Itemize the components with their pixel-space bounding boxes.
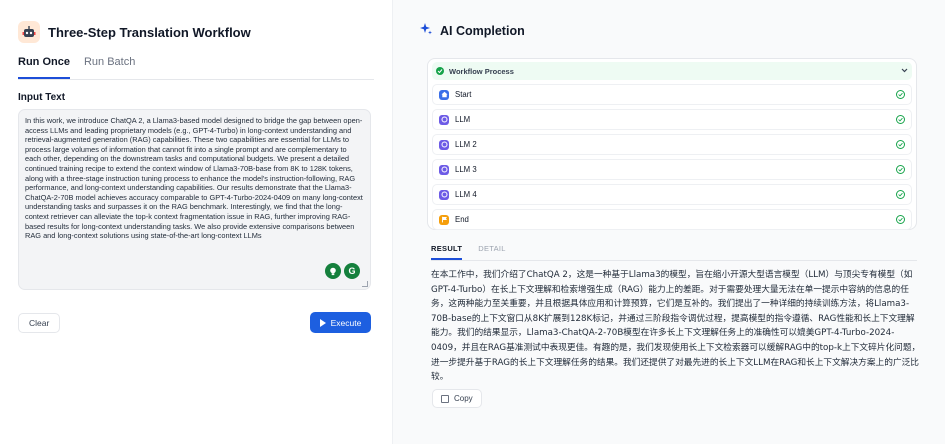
home-icon: [439, 89, 449, 100]
resize-handle[interactable]: [362, 281, 368, 287]
ai-completion-title: AI Completion: [440, 24, 525, 38]
flag-icon: [439, 214, 449, 225]
llm-icon: [439, 139, 449, 150]
check-circle-icon: [436, 67, 444, 75]
result-text: 在本工作中，我们介绍了ChatQA 2，这是一种基于Llama3的模型，旨在缩小…: [431, 270, 921, 383]
input-text-container: G: [18, 109, 371, 290]
run-tabs: Run Once Run Batch: [18, 56, 374, 80]
check-circle-icon: [896, 165, 905, 174]
workflow-node-start[interactable]: Start: [432, 84, 912, 105]
check-circle-icon: [896, 90, 905, 99]
node-label: LLM: [455, 115, 471, 124]
check-circle-icon: [896, 190, 905, 199]
workflow-node-llm-3[interactable]: LLM 3: [432, 159, 912, 180]
node-label: LLM 4: [455, 190, 477, 199]
check-circle-icon: [896, 215, 905, 224]
right-panel: AI Completion Workflow Process Start LLM: [392, 0, 945, 444]
tab-run-batch[interactable]: Run Batch: [84, 56, 135, 79]
app-title: Three-Step Translation Workflow: [48, 24, 251, 40]
grammarly-icon[interactable]: G: [344, 263, 360, 279]
robot-icon: [18, 21, 40, 43]
llm-icon: [439, 114, 449, 125]
copy-label: Copy: [454, 394, 473, 403]
workflow-node-end[interactable]: End: [432, 209, 912, 230]
node-label: Start: [455, 90, 472, 99]
node-label: End: [455, 215, 469, 224]
tab-detail[interactable]: DETAIL: [478, 244, 506, 260]
llm-icon: [439, 164, 449, 175]
left-panel: Three-Step Translation Workflow Run Once…: [0, 0, 392, 444]
play-icon: [319, 318, 326, 327]
input-text-area[interactable]: [19, 110, 370, 289]
workflow-process-header[interactable]: Workflow Process: [432, 62, 912, 80]
copy-icon: [441, 394, 449, 403]
workflow-process-panel: Workflow Process Start LLM LLM 2 LLM 3 L…: [427, 58, 917, 230]
ai-completion-header: AI Completion: [420, 22, 525, 40]
check-circle-icon: [896, 140, 905, 149]
llm-icon: [439, 189, 449, 200]
node-label: LLM 3: [455, 165, 477, 174]
tab-result[interactable]: RESULT: [431, 244, 463, 260]
app-header: Three-Step Translation Workflow: [18, 20, 251, 44]
workflow-node-llm[interactable]: LLM: [432, 109, 912, 130]
grammarly-widget[interactable]: G: [322, 263, 360, 279]
tab-run-once[interactable]: Run Once: [18, 56, 70, 79]
sparkle-icon: [420, 22, 432, 40]
node-label: LLM 2: [455, 140, 477, 149]
input-text-label: Input Text: [18, 92, 66, 103]
execute-label: Execute: [330, 317, 362, 328]
lightbulb-icon[interactable]: [325, 263, 341, 279]
clear-button[interactable]: Clear: [18, 313, 61, 333]
chevron-down-icon[interactable]: [901, 68, 908, 75]
copy-button[interactable]: Copy: [432, 389, 482, 408]
workflow-node-llm-2[interactable]: LLM 2: [432, 134, 912, 155]
workflow-process-title: Workflow Process: [449, 66, 514, 76]
execute-button[interactable]: Execute: [310, 312, 371, 333]
workflow-node-llm-4[interactable]: LLM 4: [432, 184, 912, 205]
check-circle-icon: [896, 115, 905, 124]
result-tabs: RESULT DETAIL: [431, 244, 917, 261]
